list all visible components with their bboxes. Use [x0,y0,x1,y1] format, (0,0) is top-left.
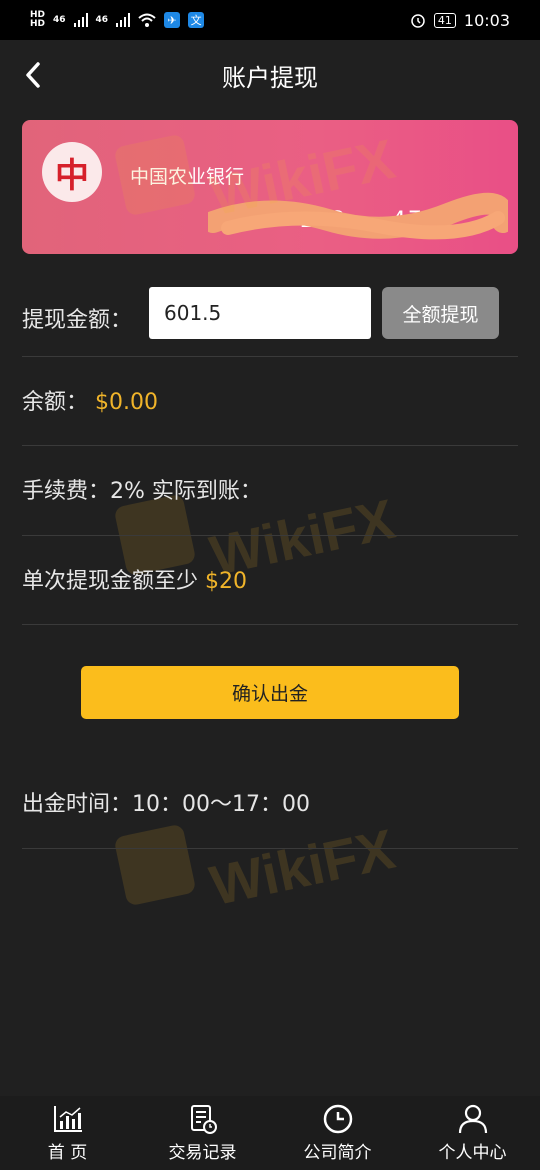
status-bar: HD HD 46 46 ✈ 文 41 10:03 [0,0,540,40]
user-icon [458,1104,487,1134]
amount-input[interactable]: 601.5 [149,287,371,339]
share-app-icon: ✈ [164,12,181,28]
tab-label: 交易记录 [168,1143,237,1163]
clock-time: 10:03 [463,10,510,30]
divider [22,624,518,625]
divider [22,848,518,849]
redaction-scribble [208,192,508,240]
hd-indicator: HD HD [30,11,45,29]
clock-icon [323,1104,352,1134]
withdraw-all-button[interactable]: 全额提现 [382,287,499,339]
tab-profile[interactable]: 个人中心 [405,1096,540,1170]
divider [22,535,518,536]
bank-name: 中国农业银行 [130,166,245,188]
network-label-2: 46 [95,14,109,25]
document-clock-icon [190,1105,217,1134]
min-amount-row: 单次提现金额至少 $20 [22,563,518,595]
wifi-icon [138,13,156,27]
svg-text:WikiFX: WikiFX [205,817,400,910]
balance-value: $0.00 [95,390,158,415]
tab-company-profile[interactable]: 公司简介 [270,1096,405,1170]
network-label-1: 46 [53,14,66,25]
battery-indicator: 41 [433,12,456,28]
tab-trade-records[interactable]: 交易记录 [135,1096,270,1170]
bottom-tab-bar: 首 页 交易记录 公司简介 个人中心 [0,1096,540,1170]
tab-home[interactable]: 首 页 [0,1096,135,1170]
tab-label: 首 页 [47,1143,88,1163]
chart-icon [53,1106,82,1132]
balance-row: 余额： $0.00 [22,384,518,416]
fee-text: 手续费：2% 实际到账： [22,479,262,504]
min-amount-value: $20 [205,569,248,594]
confirm-withdraw-button[interactable]: 确认出金 [81,666,459,719]
status-left: HD HD 46 46 ✈ 文 [30,11,205,29]
signal-icon [73,13,88,27]
translate-app-icon: 文 [188,12,205,28]
min-amount-label: 单次提现金额至少 [22,569,199,594]
tab-label: 个人中心 [438,1143,507,1163]
status-right: 41 10:03 [410,11,510,30]
divider [22,445,518,446]
top-bar: 账户提现 [0,40,540,110]
tab-label: 公司简介 [303,1143,372,1163]
page-title: 账户提现 [222,64,318,92]
hd-label-2: HD [30,19,46,29]
divider [22,356,518,357]
signal-icon [116,13,131,27]
alarm-icon [411,14,425,28]
bank-logo: 中 [42,142,102,202]
balance-label: 余额： [22,390,89,415]
withdraw-time-text: 出金时间：10：00～17：00 [22,792,310,817]
bank-card[interactable]: 中 中国农业银行 62 ··· 123 ··· 470 [22,120,518,254]
